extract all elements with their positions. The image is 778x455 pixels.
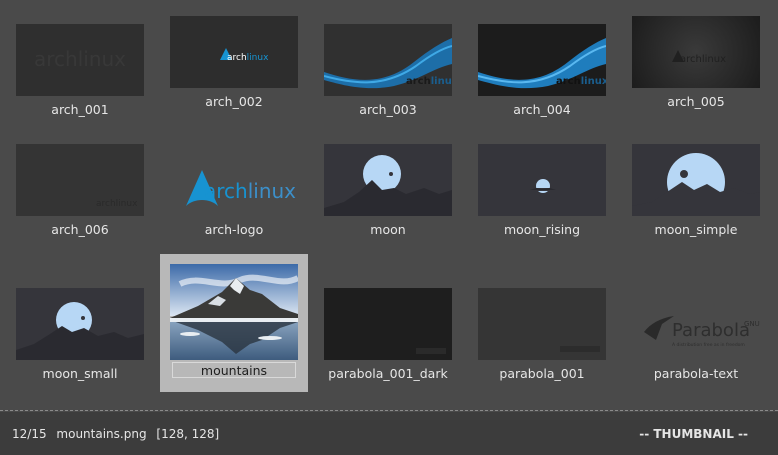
thumbnail-image: Parabola GNU A distribution free as in f… xyxy=(632,288,760,360)
thumbnail-arch-logo[interactable]: archlinux arch-logo xyxy=(160,134,308,272)
thumbnail-label: moon xyxy=(370,222,406,237)
thumbnail-label: arch_003 xyxy=(359,102,417,117)
svg-text:archlinux: archlinux xyxy=(34,47,126,71)
file-name: mountains.png xyxy=(56,427,147,441)
thumbnail-label: parabola_001 xyxy=(499,366,585,381)
svg-text:Parabola: Parabola xyxy=(672,320,750,341)
svg-text:archlinux: archlinux xyxy=(204,179,296,203)
status-info: 12/15 mountains.png [128, 128] xyxy=(12,427,225,441)
thumbnail-parabola-text[interactable]: Parabola GNU A distribution free as in f… xyxy=(622,278,770,416)
thumbnail-label: arch_005 xyxy=(667,94,725,109)
svg-text:archlinux: archlinux xyxy=(406,76,452,87)
thumbnail-label: moon_simple xyxy=(654,222,738,237)
thumbnail-image: archlinux xyxy=(324,24,452,96)
thumbnail-image xyxy=(170,264,298,360)
thumbnail-label: parabola-text xyxy=(653,366,739,381)
thumbnail-arch-003[interactable]: archlinux arch_003 xyxy=(314,14,462,152)
thumbnail-moon-simple[interactable]: moon_simple xyxy=(622,134,770,272)
thumbnail-label: arch_006 xyxy=(51,222,109,237)
thumbnail-image xyxy=(324,144,452,216)
thumbnail-arch-001[interactable]: archlinux arch_001 xyxy=(6,14,154,152)
svg-text:GNU: GNU xyxy=(744,320,760,328)
thumbnail-image: archlinux xyxy=(170,16,298,88)
thumbnail-mountains[interactable]: mountains xyxy=(160,254,308,392)
thumbnail-label: arch_002 xyxy=(205,94,263,109)
thumbnail-moon-small[interactable]: moon_small xyxy=(6,278,154,416)
thumbnail-label: parabola_001_dark xyxy=(328,366,448,381)
thumbnail-image: archlinux xyxy=(478,24,606,96)
thumbnail-image xyxy=(16,288,144,360)
thumbnail-label: mountains xyxy=(172,362,296,378)
svg-text:archlinux: archlinux xyxy=(556,76,606,87)
thumbnail-moon[interactable]: moon xyxy=(314,134,462,272)
thumbnail-arch-004[interactable]: archlinux arch_004 xyxy=(468,14,616,152)
thumbnail-grid: archlinux arch_001 archlinux arch_002 ar… xyxy=(0,0,778,410)
thumbnail-arch-002[interactable]: archlinux arch_002 xyxy=(160,6,308,144)
thumbnail-label: moon_small xyxy=(42,366,118,381)
thumbnail-image xyxy=(478,288,606,360)
thumbnail-arch-006[interactable]: archlinux arch_006 xyxy=(6,134,154,272)
thumbnail-label: arch-logo xyxy=(204,222,264,237)
thumbnail-arch-005[interactable]: archlinux arch_005 xyxy=(622,6,770,144)
thumbnail-label: arch_001 xyxy=(51,102,109,117)
thumbnail-parabola-001-dark[interactable]: parabola_001_dark xyxy=(314,278,462,416)
status-divider xyxy=(0,410,778,411)
thumbnail-parabola-001[interactable]: parabola_001 xyxy=(468,278,616,416)
svg-text:archlinux: archlinux xyxy=(96,199,138,209)
thumbnail-image: archlinux xyxy=(632,16,760,88)
thumbnail-image xyxy=(632,144,760,216)
thumbnail-image: archlinux xyxy=(16,24,144,96)
thumbnail-image: archlinux xyxy=(170,144,298,216)
thumbnail-label: moon_rising xyxy=(503,222,581,237)
thumbnail-image: archlinux xyxy=(16,144,144,216)
thumbnail-image xyxy=(478,144,606,216)
thumbnail-label: arch_004 xyxy=(513,102,571,117)
image-dimensions: [128, 128] xyxy=(156,427,220,441)
svg-text:A distribution free as in free: A distribution free as in freedom xyxy=(672,342,745,348)
file-position: 12/15 xyxy=(12,427,47,441)
thumbnail-moon-rising[interactable]: moon_rising xyxy=(468,134,616,272)
svg-text:archlinux: archlinux xyxy=(227,53,269,63)
thumbnail-image xyxy=(324,288,452,360)
status-bar: 12/15 mountains.png [128, 128] -- THUMBN… xyxy=(0,412,778,455)
mode-indicator: -- THUMBNAIL -- xyxy=(639,427,748,441)
svg-text:archlinux: archlinux xyxy=(680,54,726,65)
